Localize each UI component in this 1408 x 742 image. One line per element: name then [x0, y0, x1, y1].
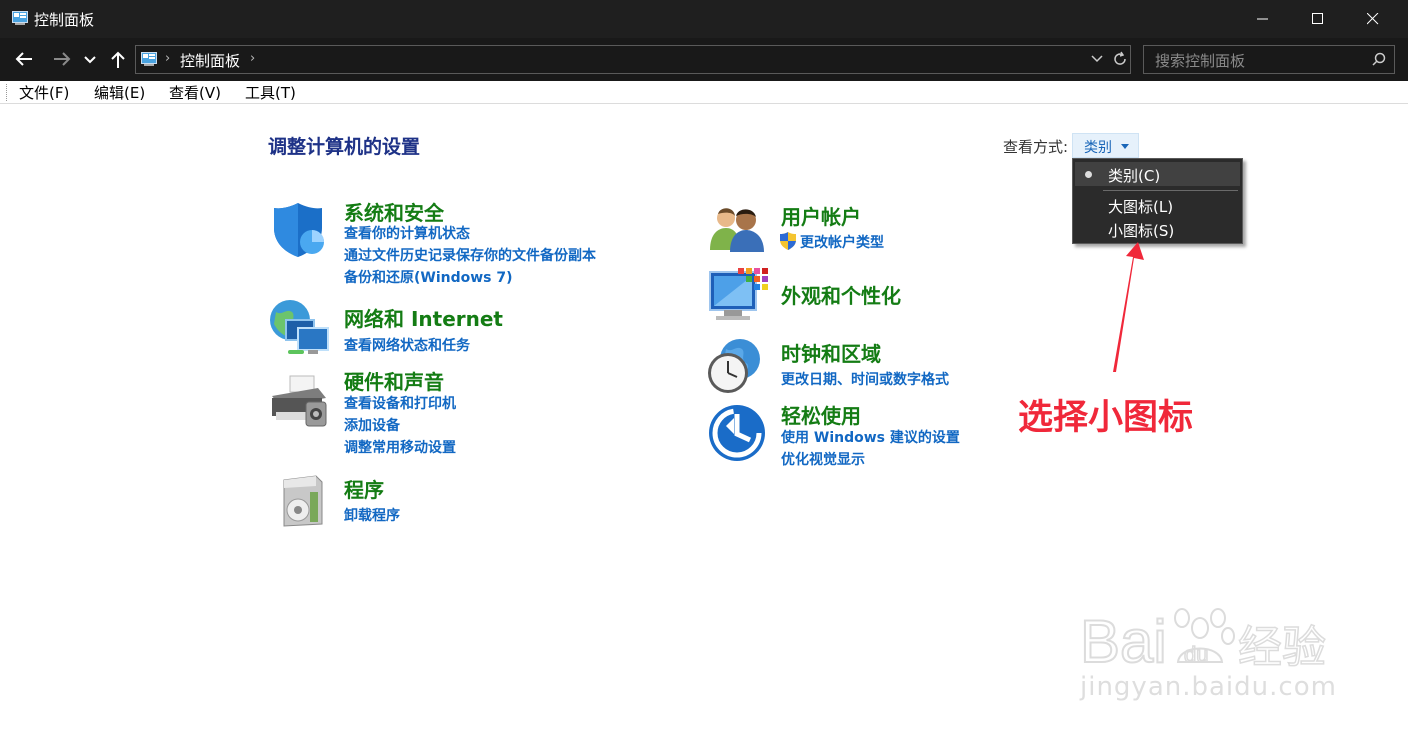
- minimize-button[interactable]: [1238, 0, 1288, 38]
- page-title: 调整计算机的设置: [268, 136, 421, 158]
- back-button[interactable]: [12, 46, 36, 72]
- selected-bullet-icon: [1085, 171, 1092, 178]
- appearance-icon[interactable]: [708, 266, 768, 324]
- control-panel-icon: [141, 52, 157, 66]
- caret-down-icon: [1121, 144, 1129, 149]
- annotation-arrow-icon: [1113, 242, 1144, 372]
- link-change-account-type[interactable]: 更改帐户类型: [800, 232, 884, 252]
- svg-text:经验: 经验: [1238, 622, 1326, 672]
- view-option-label: 类别(C): [1108, 167, 1161, 185]
- breadcrumb-control-panel[interactable]: 控制面板: [180, 50, 240, 71]
- close-button[interactable]: [1348, 0, 1398, 38]
- category-title-user-accounts[interactable]: 用户帐户: [781, 201, 861, 230]
- control-panel-icon: [12, 11, 28, 25]
- category-title-appearance[interactable]: 外观和个性化: [781, 280, 901, 309]
- menu-view[interactable]: 查看(V): [169, 82, 221, 103]
- forward-button[interactable]: [50, 46, 74, 72]
- printer-icon[interactable]: [268, 374, 330, 430]
- view-by-dropdown[interactable]: 类别: [1072, 133, 1139, 158]
- link-optimize-visual-display[interactable]: 优化视觉显示: [781, 449, 865, 469]
- up-button[interactable]: [107, 46, 131, 72]
- view-by-value: 类别: [1084, 140, 1112, 156]
- link-windows-recommended-settings[interactable]: 使用 Windows 建议的设置: [781, 427, 960, 447]
- search-placeholder: 搜索控制面板: [1155, 52, 1246, 70]
- chevron-down-icon[interactable]: [1091, 53, 1103, 65]
- up-arrow-icon: [111, 51, 125, 68]
- ease-of-access-icon[interactable]: [708, 404, 766, 462]
- shield-icon[interactable]: [270, 200, 330, 260]
- svg-text:du: du: [1184, 642, 1208, 667]
- refresh-icon[interactable]: [1112, 51, 1128, 67]
- link-network-status[interactable]: 查看网络状态和任务: [344, 335, 470, 355]
- menu-grip: [6, 84, 8, 101]
- link-devices-printers[interactable]: 查看设备和打印机: [344, 393, 456, 413]
- svg-text:Bai: Bai: [1080, 608, 1167, 672]
- link-change-date-time-format[interactable]: 更改日期、时间或数字格式: [781, 369, 949, 389]
- link-add-device[interactable]: 添加设备: [344, 415, 400, 435]
- category-title-programs[interactable]: 程序: [344, 474, 384, 503]
- link-uninstall-program[interactable]: 卸载程序: [344, 505, 400, 525]
- link-backup-restore[interactable]: 备份和还原(Windows 7): [344, 267, 513, 287]
- back-arrow-icon: [15, 52, 32, 66]
- minimize-icon: [1257, 18, 1268, 20]
- category-title-clock-region[interactable]: 时钟和区域: [781, 338, 881, 367]
- view-option-label: 大图标(L): [1108, 198, 1174, 216]
- menu-edit[interactable]: 编辑(E): [94, 82, 145, 103]
- users-icon[interactable]: [708, 204, 766, 252]
- title-bar: 控制面板: [0, 0, 1408, 38]
- annotation-text: 选择小图标: [1018, 398, 1194, 438]
- maximize-icon: [1312, 13, 1323, 24]
- forward-arrow-icon: [54, 52, 71, 66]
- view-option-category[interactable]: 类别(C): [1075, 162, 1240, 186]
- recent-locations-button[interactable]: [82, 46, 100, 72]
- breadcrumb-separator-icon: ›: [165, 51, 171, 66]
- programs-icon[interactable]: [276, 474, 326, 528]
- menu-divider: [1103, 190, 1238, 191]
- watermark-url: jingyan.baidu.com: [1080, 672, 1337, 702]
- close-icon: [1367, 13, 1379, 25]
- category-title-hardware-sound[interactable]: 硬件和声音: [344, 366, 444, 395]
- view-by-label: 查看方式:: [1003, 138, 1069, 156]
- category-title-network-internet[interactable]: 网络和 Internet: [344, 303, 503, 332]
- baidu-jingyan-watermark-logo: Bai du 经验: [1080, 607, 1327, 672]
- link-mobility-settings[interactable]: 调整常用移动设置: [344, 437, 456, 457]
- window-title: 控制面板: [34, 11, 95, 29]
- menu-tools[interactable]: 工具(T): [245, 82, 296, 103]
- view-option-large-icons[interactable]: 大图标(L): [1075, 193, 1240, 217]
- clock-icon[interactable]: [706, 337, 764, 397]
- menu-file[interactable]: 文件(F): [19, 82, 69, 103]
- address-bar[interactable]: › 控制面板 ›: [135, 45, 1131, 74]
- category-title-system-security[interactable]: 系统和安全: [344, 197, 444, 226]
- menu-bar: 文件(F) 编辑(E) 查看(V) 工具(T): [0, 81, 1408, 104]
- uac-shield-icon: [780, 232, 796, 250]
- maximize-button[interactable]: [1293, 0, 1343, 38]
- link-check-computer-status[interactable]: 查看你的计算机状态: [344, 223, 470, 243]
- category-title-ease-of-access[interactable]: 轻松使用: [781, 400, 861, 429]
- search-icon[interactable]: [1372, 52, 1386, 66]
- link-file-history-backup[interactable]: 通过文件历史记录保存你的文件备份副本: [344, 245, 596, 265]
- network-icon[interactable]: [268, 298, 332, 360]
- chevron-down-icon: [84, 56, 96, 64]
- breadcrumb-separator-icon[interactable]: ›: [250, 51, 255, 66]
- search-input[interactable]: 搜索控制面板: [1143, 45, 1395, 74]
